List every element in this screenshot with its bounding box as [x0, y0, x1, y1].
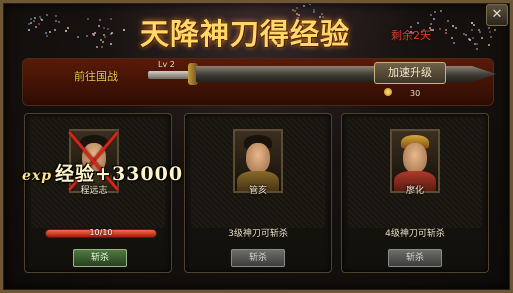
firework-spark — [494, 28, 497, 31]
firework-spark — [438, 27, 441, 30]
firework-spark — [489, 36, 492, 38]
slay-requirement-2: 3级神刀可斩杀 — [228, 229, 288, 239]
slay-button-3[interactable]: 斩杀 — [388, 249, 442, 267]
firework-spark — [39, 17, 42, 20]
firework-spark — [439, 9, 442, 12]
event-title: 天降神刀得经验 — [140, 17, 351, 51]
firework-spark — [468, 39, 471, 42]
firework-spark — [48, 30, 51, 33]
firework-spark — [445, 28, 448, 31]
firework-spark — [451, 37, 454, 40]
firework-spark — [96, 46, 99, 49]
firework-spark — [479, 31, 482, 34]
slay-button-1[interactable]: 斩杀 — [73, 249, 127, 267]
firework-spark — [67, 27, 70, 30]
firework-spark — [433, 18, 436, 21]
firework-spark — [470, 29, 473, 32]
firework-spark — [57, 21, 60, 24]
firework-spark — [488, 31, 491, 34]
firework-spark — [471, 36, 474, 39]
firework-spark — [103, 36, 106, 39]
firework-spark — [54, 15, 57, 18]
firework-spark — [101, 40, 104, 43]
firework-spark — [430, 13, 433, 16]
firework-spark — [98, 25, 101, 28]
firework-spark — [432, 29, 435, 32]
portrait-face — [403, 143, 427, 173]
firework-spark — [33, 19, 36, 22]
slay-requirement-3: 4级神刀可斩杀 — [385, 229, 445, 239]
firework-spark — [102, 27, 105, 30]
firework-spark — [303, 5, 306, 8]
firework-spark — [446, 19, 449, 22]
firework-spark — [434, 11, 437, 14]
general-name-2: 管亥 — [248, 186, 267, 196]
divine-blade-icon — [196, 66, 496, 82]
close-button[interactable]: ✕ — [486, 4, 508, 26]
firework-spark — [106, 27, 109, 30]
firework-spark — [27, 28, 30, 31]
firework-spark — [109, 18, 112, 21]
firework-spark — [45, 13, 48, 16]
blade-level: Lv 2 — [158, 60, 175, 69]
firework-spark — [54, 19, 57, 22]
gold-coin-icon — [384, 88, 392, 96]
go-national-war-link[interactable]: 前往国战 — [74, 68, 118, 84]
firework-spark — [453, 42, 456, 45]
exp-prefix: exp — [22, 168, 53, 184]
firework-spark — [98, 19, 101, 22]
firework-spark — [429, 23, 432, 26]
firework-spark — [476, 48, 479, 51]
portrait-face — [246, 143, 270, 173]
firework-spark — [65, 30, 68, 33]
firework-spark — [464, 34, 467, 37]
firework-spark — [33, 16, 36, 19]
general-name-3: 廖化 — [405, 186, 424, 196]
firework-spark — [488, 27, 491, 30]
upgrade-cost: 30 — [410, 89, 421, 98]
firework-spark — [110, 43, 113, 46]
exp-gain-popup: exp 经验+33000 — [22, 159, 183, 186]
firework-spark — [416, 21, 419, 24]
firework-spark — [487, 44, 490, 47]
firework-spark — [296, 7, 299, 10]
firework-spark — [35, 25, 38, 28]
firework-spark — [53, 28, 56, 31]
firework-spark — [473, 24, 476, 27]
firework-spark — [100, 46, 103, 49]
firework-spark — [308, 4, 311, 5]
firework-spark — [30, 22, 33, 25]
firework-spark — [45, 35, 48, 38]
blade-handle — [148, 71, 192, 79]
speed-up-upgrade-button[interactable]: 加速升级 — [374, 62, 446, 84]
firework-spark — [93, 32, 96, 35]
slay-button-2[interactable]: 斩杀 — [231, 249, 285, 267]
firework-spark — [445, 32, 448, 35]
firework-spark — [122, 28, 125, 31]
general-hp-text-1: 10/10 — [89, 228, 113, 237]
firework-spark — [85, 34, 88, 37]
firework-spark — [38, 23, 41, 26]
firework-spark — [44, 31, 47, 34]
exp-gain-text: 经验+33000 — [55, 163, 184, 185]
firework-spark — [86, 18, 89, 21]
time-remaining: 剩余2天 — [391, 29, 431, 42]
firework-spark — [30, 18, 33, 21]
firework-spark — [454, 26, 457, 29]
firework-spark — [76, 36, 79, 39]
firework-spark — [476, 42, 479, 45]
firework-spark — [481, 37, 484, 40]
